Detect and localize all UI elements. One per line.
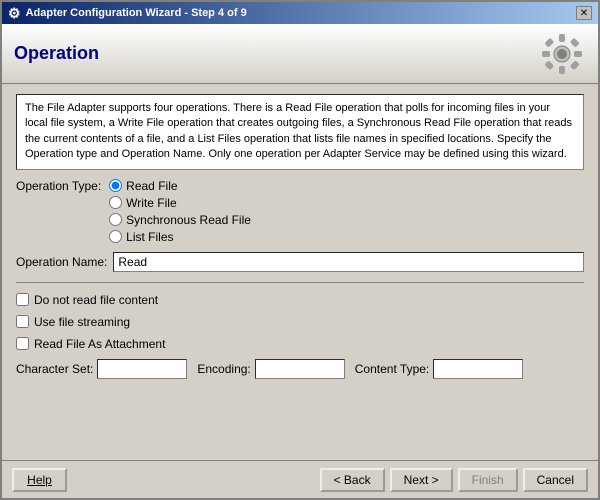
content-area: The File Adapter supports four operation… bbox=[2, 84, 598, 460]
next-button[interactable]: Next > bbox=[390, 468, 453, 492]
radio-sync-read-input[interactable] bbox=[109, 213, 122, 226]
checkbox-no-read-input[interactable] bbox=[16, 293, 29, 306]
footer: Help < Back Next > Finish Cancel bbox=[2, 460, 598, 498]
description-box: The File Adapter supports four operation… bbox=[16, 94, 584, 170]
header-section: Operation bbox=[2, 24, 598, 84]
cancel-button[interactable]: Cancel bbox=[523, 468, 588, 492]
operation-name-row: Operation Name: bbox=[16, 252, 584, 272]
content-type-group: Content Type: bbox=[355, 359, 524, 379]
encoding-input[interactable] bbox=[255, 359, 345, 379]
window-icon: ⚙ bbox=[8, 5, 21, 22]
charset-input[interactable] bbox=[97, 359, 187, 379]
operation-type-group: Operation Type: Read File Write File Syn… bbox=[16, 178, 584, 244]
checkbox-no-read: Do not read file content bbox=[16, 293, 584, 307]
encoding-group: Encoding: bbox=[197, 359, 344, 379]
radio-sync-read-label: Synchronous Read File bbox=[126, 212, 251, 227]
charset-group: Character Set: bbox=[16, 359, 187, 379]
radio-list-files: List Files bbox=[109, 229, 251, 244]
gear-icon bbox=[538, 30, 586, 78]
radio-read-file: Read File bbox=[109, 178, 251, 193]
operation-name-label: Operation Name: bbox=[16, 255, 107, 269]
radio-list-files-label: List Files bbox=[126, 229, 173, 244]
radio-list-files-input[interactable] bbox=[109, 230, 122, 243]
charset-label: Character Set: bbox=[16, 362, 93, 376]
radio-read-file-label: Read File bbox=[126, 178, 177, 193]
footer-right: < Back Next > Finish Cancel bbox=[320, 468, 588, 492]
operation-type-label: Operation Type: bbox=[16, 178, 101, 193]
radio-options: Read File Write File Synchronous Read Fi… bbox=[109, 178, 251, 244]
help-button[interactable]: Help bbox=[12, 468, 67, 492]
main-window: ⚙ Adapter Configuration Wizard - Step 4 … bbox=[0, 0, 600, 500]
finish-button[interactable]: Finish bbox=[458, 468, 518, 492]
checkbox-streaming-label: Use file streaming bbox=[34, 315, 130, 329]
content-type-input[interactable] bbox=[433, 359, 523, 379]
title-bar: ⚙ Adapter Configuration Wizard - Step 4 … bbox=[2, 2, 598, 24]
window-title: Adapter Configuration Wizard - Step 4 of… bbox=[26, 7, 247, 19]
content-type-label: Content Type: bbox=[355, 362, 430, 376]
checkbox-no-read-label: Do not read file content bbox=[34, 293, 158, 307]
checkbox-attachment-label: Read File As Attachment bbox=[34, 337, 165, 351]
radio-write-file-input[interactable] bbox=[109, 196, 122, 209]
radio-read-file-input[interactable] bbox=[109, 179, 122, 192]
checkbox-streaming: Use file streaming bbox=[16, 315, 584, 329]
back-button[interactable]: < Back bbox=[320, 468, 385, 492]
footer-left: Help bbox=[12, 468, 67, 492]
description-text: The File Adapter supports four operation… bbox=[25, 102, 572, 160]
divider-1 bbox=[16, 282, 584, 283]
radio-write-file-label: Write File bbox=[126, 195, 176, 210]
checkbox-attachment-input[interactable] bbox=[16, 337, 29, 350]
extra-fields-row: Character Set: Encoding: Content Type: bbox=[16, 359, 584, 379]
encoding-label: Encoding: bbox=[197, 362, 250, 376]
radio-sync-read: Synchronous Read File bbox=[109, 212, 251, 227]
close-button[interactable]: ✕ bbox=[576, 6, 592, 20]
radio-write-file: Write File bbox=[109, 195, 251, 210]
checkbox-attachment: Read File As Attachment bbox=[16, 337, 584, 351]
operation-name-input[interactable] bbox=[113, 252, 584, 272]
page-title: Operation bbox=[14, 43, 99, 64]
checkbox-streaming-input[interactable] bbox=[16, 315, 29, 328]
